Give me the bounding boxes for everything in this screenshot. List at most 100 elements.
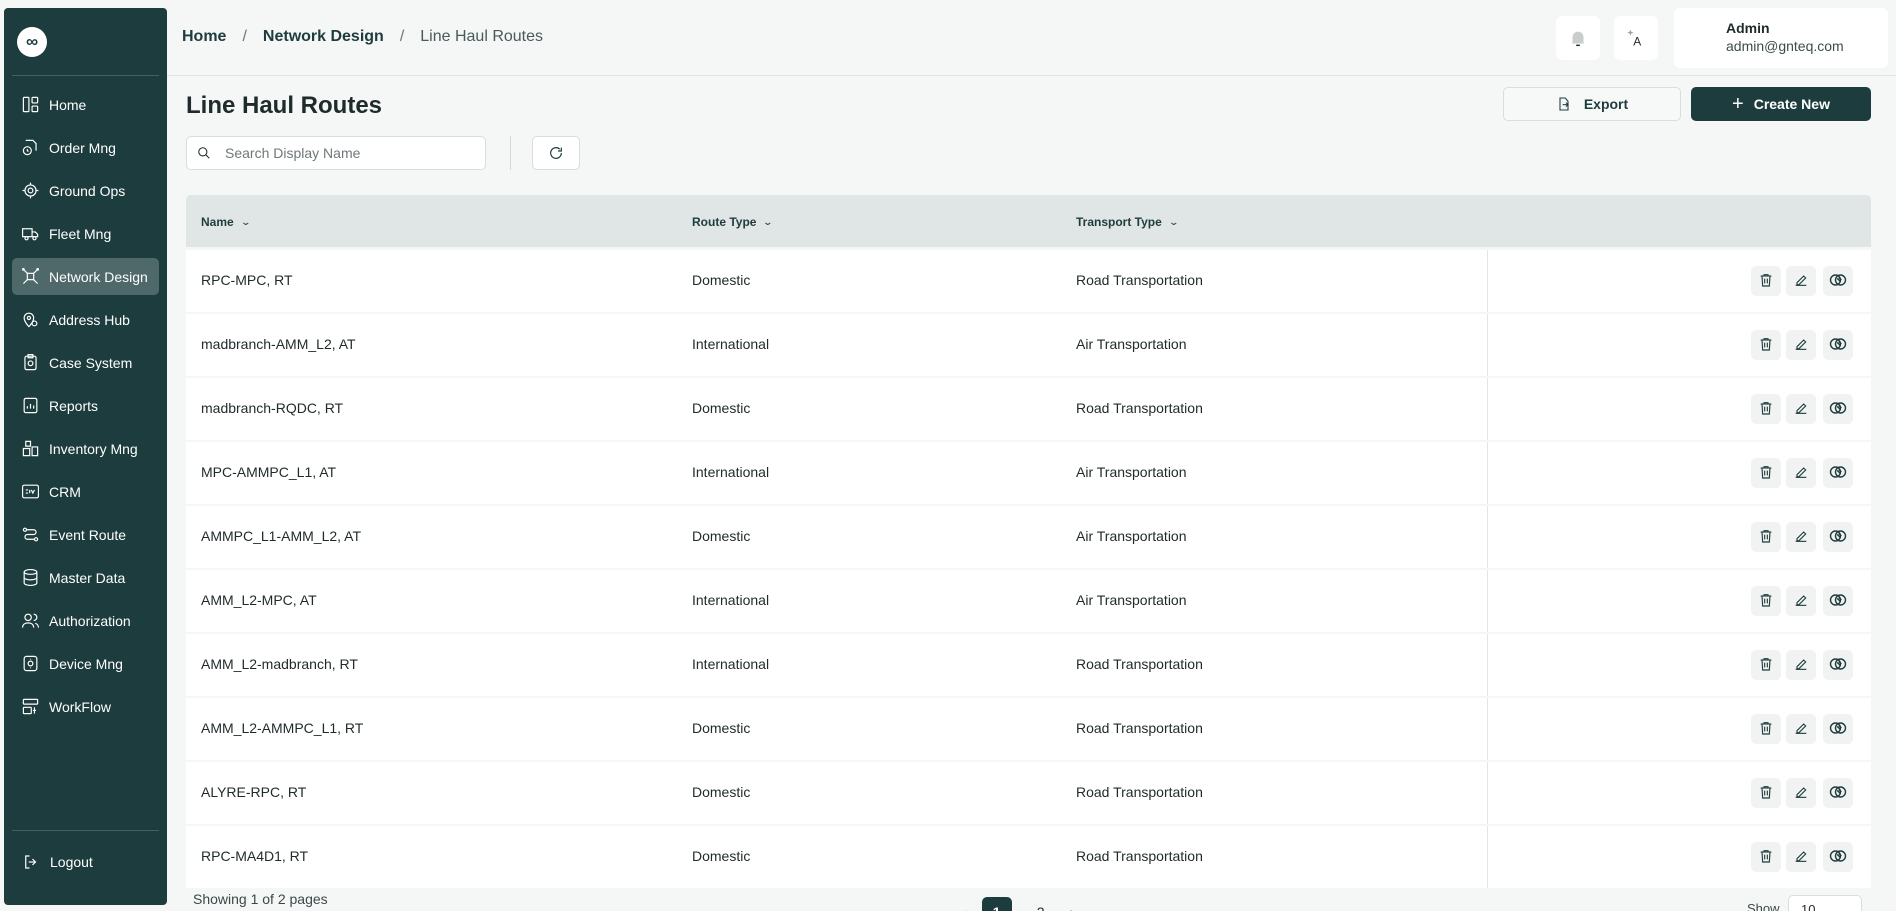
- edit-button[interactable]: [1786, 394, 1816, 424]
- logo-area: ∞: [12, 8, 159, 76]
- table-row[interactable]: RPC-MA4D1, RT Domestic Road Transportation: [186, 826, 1871, 888]
- sidebar-item-ground-ops[interactable]: Ground Ops: [12, 172, 159, 209]
- page-size-value: 10: [1801, 902, 1816, 911]
- column-header-route-type[interactable]: Route Type ⌄: [692, 215, 774, 229]
- delete-button[interactable]: [1751, 458, 1781, 488]
- export-label: Export: [1583, 96, 1629, 112]
- link-button[interactable]: [1823, 266, 1853, 296]
- sidebar-item-master-data[interactable]: Master Data: [12, 559, 159, 596]
- delete-button[interactable]: [1751, 778, 1781, 808]
- cell-route-type: International: [692, 592, 770, 608]
- sidebar-item-authorization[interactable]: Authorization: [12, 602, 159, 639]
- edit-button[interactable]: [1786, 458, 1816, 488]
- sidebar-item-address-hub[interactable]: Address Hub: [12, 301, 159, 338]
- edit-button[interactable]: [1786, 650, 1816, 680]
- table-row[interactable]: AMMPC_L1-AMM_L2, AT Domestic Air Transport…: [186, 506, 1871, 568]
- sidebar-item-reports[interactable]: Reports: [12, 387, 159, 424]
- edit-button[interactable]: [1786, 714, 1816, 744]
- pagination-summary: Showing 1 of 2 pages: [193, 891, 328, 907]
- delete-button[interactable]: [1751, 522, 1781, 552]
- edit-button[interactable]: [1786, 778, 1816, 808]
- link-button[interactable]: [1823, 522, 1853, 552]
- cell-name: madbranch-AMM_L2, AT: [201, 336, 356, 352]
- sidebar-item-workflow[interactable]: WorkFlow: [12, 688, 159, 725]
- sidebar-item-label: Home: [49, 96, 87, 113]
- next-page-button[interactable]: ›: [1070, 904, 1075, 911]
- search-input[interactable]: [225, 145, 465, 161]
- delete-button[interactable]: [1751, 650, 1781, 680]
- app-logo[interactable]: ∞: [17, 26, 47, 57]
- delete-button[interactable]: [1751, 714, 1781, 744]
- breadcrumb-network-design[interactable]: Network Design: [263, 28, 384, 46]
- table-row[interactable]: ALYRE-RPC, RT Domestic Road Transportation: [186, 762, 1871, 824]
- user-profile[interactable]: Admin admin@gnteq.com: [1674, 8, 1888, 68]
- breadcrumb-current: Line Haul Routes: [420, 28, 544, 45]
- create-new-button[interactable]: + Create New: [1691, 87, 1871, 121]
- table-row[interactable]: RPC-MPC, RT Domestic Road Transportation: [186, 250, 1871, 312]
- page-1-button[interactable]: 1: [981, 897, 1012, 911]
- sidebar-item-home[interactable]: Home: [12, 86, 159, 123]
- refresh-button[interactable]: [532, 136, 580, 170]
- link-button[interactable]: [1823, 650, 1853, 680]
- table-row[interactable]: AMM_L2-madbranch, RT International Road Tr…: [186, 634, 1871, 696]
- trash-icon: [1758, 720, 1774, 739]
- cell-name: AMM_L2-MPC, AT: [201, 592, 317, 608]
- notifications-button[interactable]: [1556, 16, 1600, 60]
- table-row[interactable]: MPC-AMMPC_L1, AT International Air Transpo…: [186, 442, 1871, 504]
- cell-transport-type: Road Transportation: [1076, 272, 1203, 288]
- link-button[interactable]: [1823, 394, 1853, 424]
- cell-transport-type: Road Transportation: [1076, 400, 1203, 416]
- sidebar-item-label: Ground Ops: [49, 182, 126, 199]
- table-header: Name ⌄ Route Type ⌄ Transport Type ⌄: [186, 195, 1871, 247]
- link-button[interactable]: [1823, 714, 1853, 744]
- cell-route-type: Domestic: [692, 272, 751, 288]
- sidebar-item-label: Device Mng: [49, 655, 123, 672]
- sidebar-item-device-mng[interactable]: Device Mng: [12, 645, 159, 682]
- breadcrumb-home[interactable]: Home: [182, 28, 226, 46]
- link-button[interactable]: [1823, 586, 1853, 616]
- link-button[interactable]: [1823, 330, 1853, 360]
- table-row[interactable]: AMM_L2-AMMPC_L1, RT Domestic Road Transpor…: [186, 698, 1871, 760]
- table-row[interactable]: AMM_L2-MPC, AT International Air Transport…: [186, 570, 1871, 632]
- column-header-transport-type[interactable]: Transport Type ⌄: [1076, 215, 1179, 229]
- delete-button[interactable]: [1751, 266, 1781, 296]
- sidebar-item-case-system[interactable]: Case System: [12, 344, 159, 381]
- sidebar-item-crm[interactable]: CRM: [12, 473, 159, 510]
- delete-button[interactable]: [1751, 842, 1781, 872]
- delete-button[interactable]: [1751, 330, 1781, 360]
- table-row[interactable]: madbranch-AMM_L2, AT International Air Tra…: [186, 314, 1871, 376]
- page-size-select[interactable]: 10: [1788, 895, 1862, 911]
- language-button[interactable]: A: [1614, 16, 1658, 60]
- link-icon: [1828, 398, 1848, 421]
- layout-icon: [20, 95, 40, 115]
- prev-page-button[interactable]: ‹: [963, 904, 968, 911]
- row-divider: [1487, 378, 1488, 440]
- pencil-icon: [1793, 528, 1809, 547]
- translate-icon: A: [1627, 29, 1641, 48]
- edit-button[interactable]: [1786, 842, 1816, 872]
- export-button[interactable]: Export: [1503, 87, 1681, 121]
- edit-button[interactable]: [1786, 586, 1816, 616]
- edit-button[interactable]: [1786, 330, 1816, 360]
- workflow-icon: [20, 697, 40, 717]
- sidebar-item-network-design[interactable]: Network Design: [12, 258, 159, 295]
- table-row[interactable]: madbranch-RQDC, RT Domestic Road Transport…: [186, 378, 1871, 440]
- delete-button[interactable]: [1751, 394, 1781, 424]
- link-button[interactable]: [1823, 778, 1853, 808]
- sidebar-item-label: Network Design: [49, 268, 148, 285]
- column-header-name[interactable]: Name ⌄: [201, 215, 251, 229]
- sidebar-item-event-route[interactable]: Event Route: [12, 516, 159, 553]
- cell-transport-type: Road Transportation: [1076, 848, 1203, 864]
- logout-button[interactable]: Logout: [12, 845, 159, 879]
- edit-button[interactable]: [1786, 266, 1816, 296]
- link-button[interactable]: [1823, 842, 1853, 872]
- sidebar-item-inventory-mng[interactable]: Inventory Mng: [12, 430, 159, 467]
- search-icon: [198, 147, 210, 159]
- sidebar-item-order-mng[interactable]: Order Mng: [12, 129, 159, 166]
- page-2-button[interactable]: 2: [1026, 897, 1056, 911]
- edit-button[interactable]: [1786, 522, 1816, 552]
- link-button[interactable]: [1823, 458, 1853, 488]
- route-icon: [20, 525, 40, 545]
- sidebar-item-fleet-mng[interactable]: Fleet Mng: [12, 215, 159, 252]
- delete-button[interactable]: [1751, 586, 1781, 616]
